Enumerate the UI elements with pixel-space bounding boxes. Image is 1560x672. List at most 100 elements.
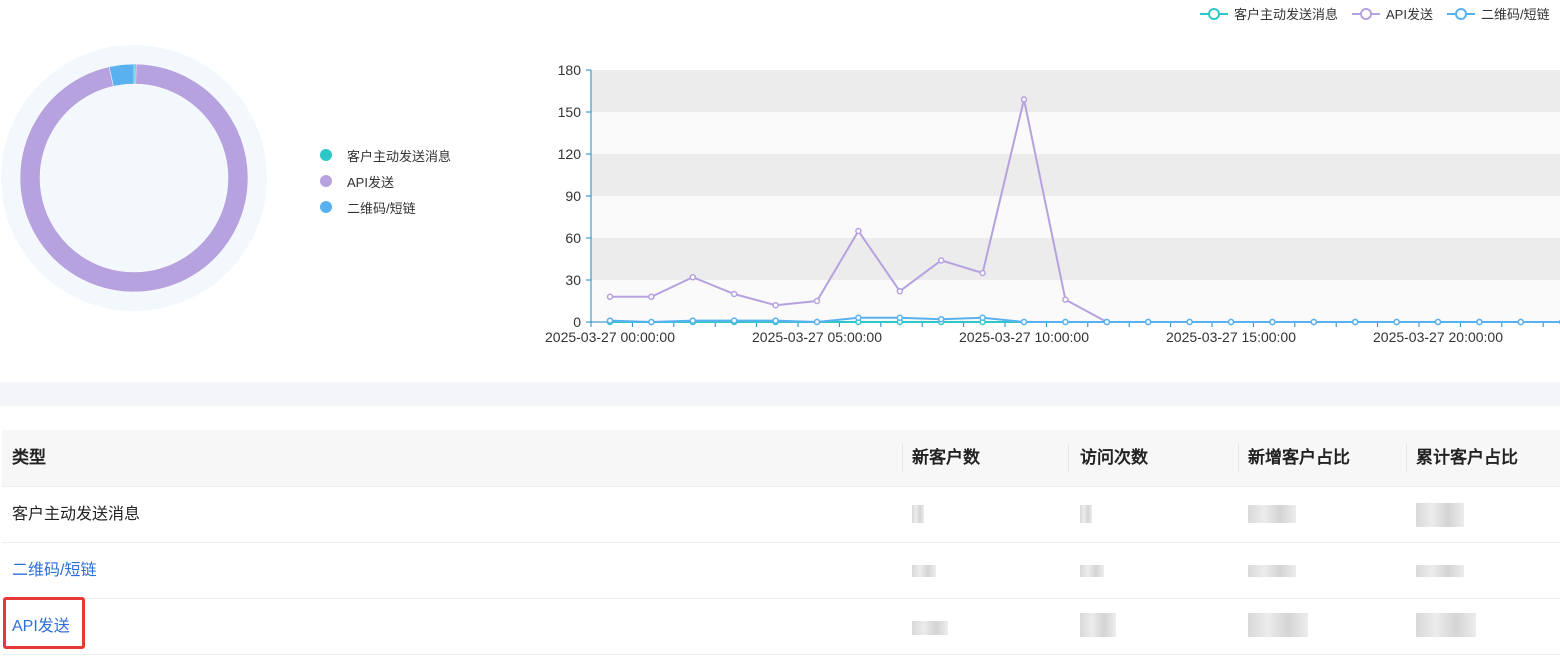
line-legend-icon (1446, 7, 1475, 20)
donut-legend-label: 客户主动发送消息 (347, 148, 452, 164)
x-tick-label: 2025-03-27 10:00:00 (959, 329, 1089, 345)
data-point (896, 287, 904, 295)
data-point (813, 297, 821, 305)
data-point (648, 293, 655, 301)
data-point (1020, 96, 1028, 103)
blurred-value (1080, 505, 1092, 523)
table-header: 类型 新客户数 访问次数 新增客户占比 累计客户占比 (2, 430, 1560, 487)
grid-band (591, 280, 1560, 322)
y-tick-label: 0 (573, 314, 581, 330)
legend-label: API发送 (1386, 7, 1433, 22)
dot-icon (320, 149, 332, 161)
data-point (730, 290, 738, 298)
data-point (813, 318, 821, 326)
data-point (689, 317, 697, 324)
col-separator (1238, 444, 1239, 472)
blurred-value (1416, 503, 1464, 527)
data-point (896, 314, 904, 322)
col-separator (902, 444, 903, 472)
dot-icon (320, 175, 332, 187)
grid-band (591, 70, 1560, 112)
data-point (1476, 318, 1483, 326)
blurred-value (912, 621, 948, 635)
x-tick-label: 2025-03-27 15:00:00 (1166, 329, 1296, 345)
line-legend-icon (1352, 7, 1381, 20)
data-point (979, 269, 986, 277)
col-header-total-ratio: 累计客户占比 (1416, 448, 1518, 467)
col-header-type: 类型 (12, 448, 46, 467)
donut-legend-item-customer-active[interactable]: 客户主动发送消息 (320, 142, 451, 168)
col-separator (1406, 444, 1407, 472)
table-row: 二维码/短链 (2, 543, 1560, 599)
section-divider (0, 382, 1560, 406)
y-tick-label: 30 (565, 272, 581, 288)
table-row: API发送 (2, 599, 1560, 655)
data-point (730, 317, 738, 324)
row-type-label: 客户主动发送消息 (12, 506, 141, 523)
data-point (1103, 318, 1111, 326)
x-tick-label: 2025-03-27 20:00:00 (1373, 329, 1503, 345)
data-point (1144, 318, 1152, 326)
data-point (937, 315, 945, 323)
y-axis: 0 30 60 90 120 150 180 (558, 62, 592, 330)
donut-legend-label: API发送 (347, 174, 394, 190)
line-legend-icon (1200, 7, 1228, 20)
blurred-value (1248, 613, 1308, 637)
donut-legend-item-qr[interactable]: 二维码/短链 (320, 194, 451, 220)
data-point (648, 318, 655, 326)
legend-label: 客户主动发送消息 (1234, 7, 1339, 22)
data-point (855, 314, 862, 322)
data-point (772, 317, 779, 324)
dot-icon (320, 201, 332, 213)
x-tick-label: 2025-03-27 05:00:00 (752, 329, 882, 345)
col-header-visits: 访问次数 (1080, 448, 1148, 467)
x-tick-label: 2025-03-27 00:00:00 (545, 329, 675, 345)
col-header-new-customers: 新客户数 (912, 448, 980, 467)
blurred-value (912, 505, 924, 523)
data-point (1062, 318, 1069, 326)
data-point (606, 317, 614, 324)
x-axis: 2025-03-27 00:00:00 2025-03-27 05:00:00 20… (545, 321, 1560, 345)
row-type-link-qr[interactable]: 二维码/短链 (12, 543, 96, 598)
legend-item-customer-active[interactable]: 客户主动发送消息 (1200, 4, 1338, 23)
data-point (937, 257, 945, 264)
grid-band (591, 112, 1560, 154)
grid-band (591, 196, 1560, 238)
data-point (1020, 318, 1028, 326)
highlight-box (3, 597, 85, 649)
stats-table: 类型 新客户数 访问次数 新增客户占比 累计客户占比 客户主动发送消息 二维码/… (2, 430, 1560, 655)
blurred-value (1080, 613, 1116, 637)
blurred-value (1248, 505, 1296, 523)
data-point (979, 314, 986, 322)
data-point (1227, 318, 1235, 326)
blurred-value (912, 565, 936, 577)
data-point (1517, 318, 1525, 326)
line-chart-grid (591, 70, 1560, 322)
data-point (1434, 318, 1442, 326)
y-tick-label: 120 (558, 146, 582, 162)
grid-band (591, 238, 1560, 280)
blurred-value (1080, 565, 1104, 577)
donut-background (1, 45, 267, 311)
donut-chart (1, 45, 267, 311)
col-separator (1068, 444, 1069, 472)
data-point (855, 227, 862, 235)
data-point (1269, 318, 1276, 326)
data-point (772, 301, 779, 309)
line-chart-legend: 客户主动发送消息 API发送 二维码/短链 (1200, 4, 1550, 23)
data-point (606, 293, 614, 301)
grid-band (591, 154, 1560, 196)
line-chart: 0306090120150180 2025-03-27 00:00:00 2025… (545, 62, 1560, 345)
legend-item-qr[interactable]: 二维码/短链 (1446, 4, 1550, 23)
blurred-value (1416, 565, 1464, 577)
y-tick-label: 150 (558, 104, 582, 120)
data-point (1310, 318, 1318, 326)
table-row: 客户主动发送消息 (2, 487, 1560, 543)
data-point (689, 273, 697, 281)
y-tick-label: 90 (565, 188, 581, 204)
data-point (1351, 318, 1359, 326)
donut-legend-item-api[interactable]: API发送 (320, 168, 451, 194)
blurred-value (1416, 613, 1476, 637)
legend-item-api[interactable]: API发送 (1352, 4, 1433, 23)
legend-label: 二维码/短链 (1480, 7, 1550, 22)
